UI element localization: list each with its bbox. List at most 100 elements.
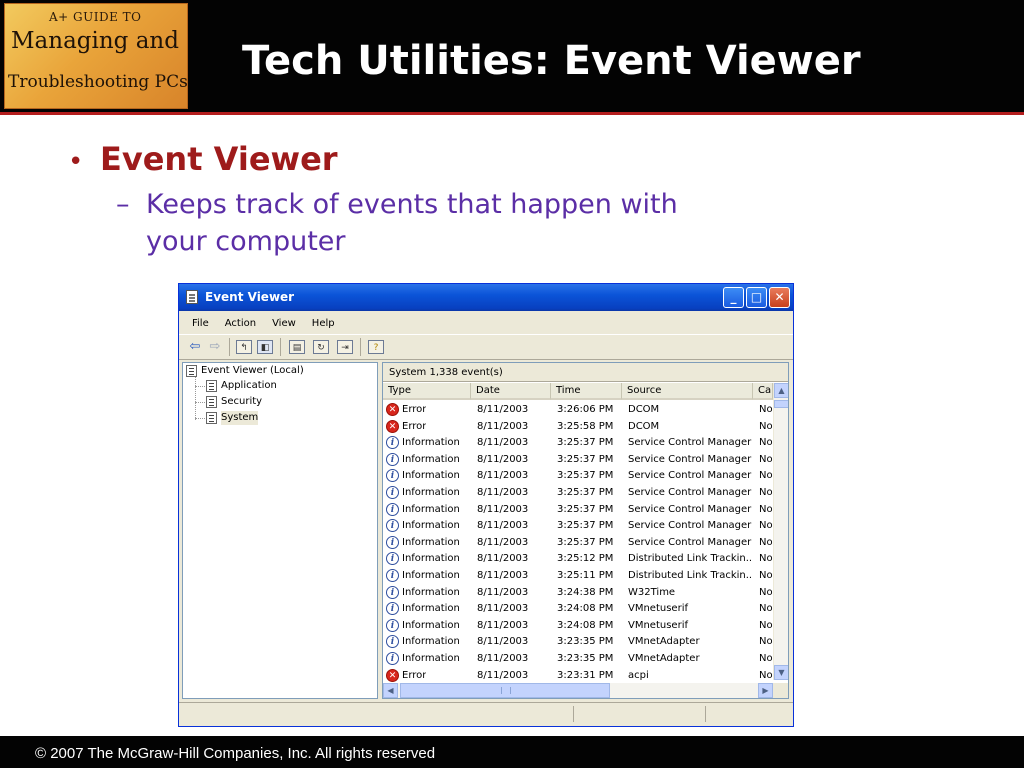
table-row[interactable]: ✕ Error 8/11/2003 3:25:58 PM DCOM No — [383, 418, 773, 435]
table-row[interactable]: i Information 8/11/2003 3:24:08 PM VMnetuser… — [383, 617, 773, 634]
table-row[interactable]: i Information 8/11/2003 3:23:35 PM VMnetAdap… — [383, 650, 773, 667]
properties-icon[interactable]: ▤ — [289, 340, 305, 354]
toolbar: ⇦ ⇨ ↰ ◧ ▤ ↻ ⇥ ? — [179, 334, 793, 360]
cell-type: Information — [402, 437, 460, 449]
cell-source: Distributed Link Trackin... — [628, 570, 752, 581]
cell-source: Service Control Manager — [628, 487, 752, 498]
cell-type: Information — [402, 636, 460, 648]
cell-cat: No — [759, 437, 773, 449]
minimize-button[interactable]: _ — [723, 287, 744, 308]
table-row[interactable]: i Information 8/11/2003 3:25:37 PM Service C… — [383, 467, 773, 484]
bullet-item: • Event Viewer — [68, 140, 338, 178]
sub-bullet-line1: Keeps track of events that happen with — [146, 189, 678, 220]
cell-type: Information — [402, 503, 460, 515]
info-icon: i — [386, 585, 399, 599]
cell-cat: No — [759, 470, 773, 482]
scroll-up-icon[interactable]: ▲ — [774, 383, 788, 398]
cell-cat: No — [759, 669, 773, 681]
horizontal-scroll-thumb[interactable] — [400, 683, 610, 698]
logo-line2: Managing and — [11, 28, 179, 54]
table-row[interactable]: ✕ Error 8/11/2003 3:23:31 PM acpi No — [383, 667, 773, 684]
vertical-scrollbar[interactable]: ▲ ▼ — [773, 383, 788, 680]
toolbar-separator — [229, 338, 230, 356]
cell-type: Information — [402, 570, 460, 581]
cell-type: Error — [402, 669, 427, 681]
scroll-right-icon[interactable]: ▶ — [758, 683, 773, 698]
info-icon: i — [386, 618, 399, 632]
tree-root-event-viewer[interactable]: Event Viewer (Local) — [186, 364, 304, 378]
list-header: System 1,338 event(s) — [383, 363, 788, 382]
table-row[interactable]: i Information 8/11/2003 3:24:38 PM W32Time No — [383, 584, 773, 601]
help-icon[interactable]: ? — [368, 340, 384, 354]
horizontal-scrollbar[interactable]: ◀ ▶ — [383, 683, 773, 698]
up-folder-icon[interactable]: ↰ — [236, 340, 252, 354]
forward-arrow-icon[interactable]: ⇨ — [207, 340, 223, 354]
close-button[interactable]: ✕ — [769, 287, 790, 308]
scroll-thumb[interactable] — [774, 400, 788, 408]
cell-cat: No — [759, 636, 773, 648]
scroll-left-icon[interactable]: ◀ — [383, 683, 398, 698]
table-row[interactable]: i Information 8/11/2003 3:25:37 PM Service C… — [383, 451, 773, 468]
table-row[interactable]: i Information 8/11/2003 3:25:37 PM Service C… — [383, 517, 773, 534]
table-row[interactable]: ✕ Error 8/11/2003 3:26:06 PM DCOM No — [383, 401, 773, 418]
info-icon: i — [386, 652, 399, 665]
show-hide-tree-icon[interactable]: ◧ — [257, 340, 273, 354]
cell-time: 3:25:58 PM — [557, 420, 614, 432]
cell-type: Information — [402, 553, 460, 565]
cell-date: 8/11/2003 — [477, 404, 529, 415]
table-row[interactable]: i Information 8/11/2003 3:25:37 PM Service C… — [383, 434, 773, 451]
cell-date: 8/11/2003 — [477, 603, 529, 615]
cell-date: 8/11/2003 — [477, 669, 529, 681]
cell-time: 3:25:37 PM — [557, 453, 614, 465]
copyright-text: © 2007 The McGraw-Hill Companies, Inc. A… — [35, 745, 436, 762]
info-icon: i — [386, 569, 399, 582]
bullet-text: Event Viewer — [100, 140, 338, 178]
cell-type: Information — [402, 487, 460, 498]
menu-file[interactable]: File — [192, 318, 209, 329]
cell-date: 8/11/2003 — [477, 470, 529, 482]
tree-item-system[interactable]: System — [206, 411, 259, 425]
back-arrow-icon[interactable]: ⇦ — [187, 340, 203, 354]
status-bar — [179, 702, 793, 724]
column-type[interactable]: Type — [383, 383, 471, 400]
export-list-icon[interactable]: ⇥ — [337, 340, 353, 354]
cell-type: Information — [402, 619, 460, 631]
cell-time: 3:26:06 PM — [557, 404, 614, 415]
maximize-button[interactable]: □ — [746, 287, 767, 308]
column-date[interactable]: Date — [471, 383, 551, 400]
table-row[interactable]: i Information 8/11/2003 3:25:11 PM Distribut… — [383, 567, 773, 584]
info-icon: i — [386, 535, 399, 549]
cell-time: 3:23:31 PM — [557, 669, 614, 681]
tree-item-security[interactable]: Security — [206, 395, 262, 409]
cell-source: Service Control Manager — [628, 453, 752, 465]
table-row[interactable]: i Information 8/11/2003 3:25:37 PM Service C… — [383, 501, 773, 518]
table-row[interactable]: i Information 8/11/2003 3:25:37 PM Service C… — [383, 534, 773, 551]
menu-view[interactable]: View — [272, 318, 296, 329]
table-row[interactable]: i Information 8/11/2003 3:24:08 PM VMnetuser… — [383, 600, 773, 617]
column-category[interactable]: Ca — [753, 383, 773, 400]
info-icon: i — [386, 452, 399, 466]
cell-cat: No — [759, 586, 773, 598]
column-source[interactable]: Source — [622, 383, 753, 400]
cell-date: 8/11/2003 — [477, 653, 529, 664]
cell-source: W32Time — [628, 586, 676, 598]
info-icon: i — [386, 436, 399, 450]
title-bar[interactable]: Event Viewer _ □ ✕ — [179, 284, 793, 311]
cell-source: acpi — [628, 669, 649, 681]
column-time[interactable]: Time — [551, 383, 622, 400]
cell-time: 3:25:37 PM — [557, 487, 614, 498]
scroll-down-icon[interactable]: ▼ — [774, 665, 788, 680]
table-row[interactable]: i Information 8/11/2003 3:25:37 PM Service C… — [383, 484, 773, 501]
cell-time: 3:24:08 PM — [557, 603, 614, 615]
toolbar-separator — [360, 338, 361, 356]
table-row[interactable]: i Information 8/11/2003 3:25:12 PM Distribut… — [383, 550, 773, 567]
refresh-icon[interactable]: ↻ — [313, 340, 329, 354]
event-viewer-window: Event Viewer _ □ ✕ File Action View Help… — [178, 283, 794, 727]
menu-action[interactable]: Action — [225, 318, 256, 329]
cell-type: Information — [402, 453, 460, 465]
error-icon: ✕ — [386, 403, 399, 416]
menu-help[interactable]: Help — [312, 318, 335, 329]
cell-date: 8/11/2003 — [477, 586, 529, 598]
table-row[interactable]: i Information 8/11/2003 3:23:35 PM VMnetAdap… — [383, 633, 773, 650]
tree-item-application[interactable]: Application — [206, 379, 277, 393]
